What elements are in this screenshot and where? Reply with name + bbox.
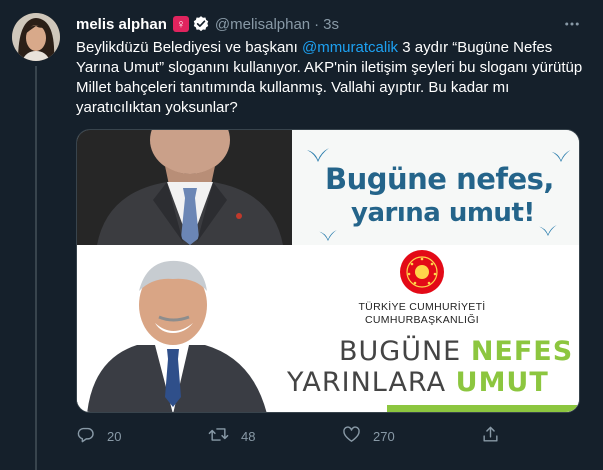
slogan-line-1: Bugüne nefes, xyxy=(325,162,554,196)
mention-link[interactable]: @mmuratcalik xyxy=(302,39,398,56)
tweet-left-column xyxy=(0,0,64,470)
bird-icon xyxy=(539,225,557,236)
reply-count: 20 xyxy=(107,428,122,444)
tweet[interactable]: melis alphan ♀ @melisalphan · 3s Beylikd… xyxy=(0,0,603,470)
author-handle[interactable]: @melisalphan xyxy=(215,16,310,33)
reply-button[interactable]: 20 xyxy=(76,425,121,447)
poster-slogan-1: BUGÜNE NEFES xyxy=(339,336,573,367)
poster-slogan-1-highlight: NEFES xyxy=(470,336,574,367)
bird-icon xyxy=(307,148,329,162)
tweet-actions: 20 48 270 xyxy=(76,424,516,448)
reply-icon xyxy=(76,425,95,447)
tweet-text-part1: Beylikdüzü Belediyesi ve başkanı xyxy=(76,39,302,56)
verified-icon xyxy=(192,15,210,33)
bird-icon xyxy=(551,150,571,162)
share-button[interactable] xyxy=(481,425,500,447)
poster-slogan-2-highlight: UMUT xyxy=(455,367,549,398)
presidency-emblem-icon xyxy=(400,250,444,294)
slogan-line-2: yarına umut! xyxy=(351,198,535,228)
poster-slogan-2-plain: YARINLARA xyxy=(287,367,456,398)
female-sign-badge: ♀ xyxy=(172,16,189,32)
institution-line-2: CUMHURBAŞKANLIĞI xyxy=(365,314,479,326)
tweet-header: melis alphan ♀ @melisalphan · 3s xyxy=(76,14,339,34)
tweet-time[interactable]: 3s xyxy=(323,16,339,33)
institution-line-1: TÜRKİYE CUMHURİYETİ xyxy=(358,301,486,313)
poster-slogan-1-plain: BUGÜNE xyxy=(339,336,471,367)
media-photo-suit xyxy=(77,130,292,245)
like-count: 270 xyxy=(373,428,395,444)
author-name[interactable]: melis alphan xyxy=(76,16,167,33)
politician-photo-image xyxy=(77,247,277,412)
more-icon[interactable] xyxy=(563,15,581,38)
tweet-media[interactable]: Bugüne nefes, yarına umut! TÜRKİYE CUMHU… xyxy=(76,129,580,413)
share-icon xyxy=(481,425,500,447)
like-button[interactable]: 270 xyxy=(342,425,395,447)
retweet-icon xyxy=(208,425,229,447)
separator-dot: · xyxy=(314,15,320,33)
bird-icon xyxy=(319,230,337,241)
poster-slogan-2: YARINLARA UMUT xyxy=(287,367,549,398)
poster-green-bar xyxy=(387,405,577,412)
retweet-button[interactable]: 48 xyxy=(208,425,255,447)
avatar-image xyxy=(12,13,60,61)
suit-photo-image xyxy=(77,130,292,245)
like-icon xyxy=(342,425,361,447)
tweet-text: Beylikdüzü Belediyesi ve başkanı @mmurat… xyxy=(76,38,596,118)
retweet-count: 48 xyxy=(241,428,256,444)
avatar[interactable] xyxy=(12,13,60,61)
thread-line xyxy=(35,66,37,470)
